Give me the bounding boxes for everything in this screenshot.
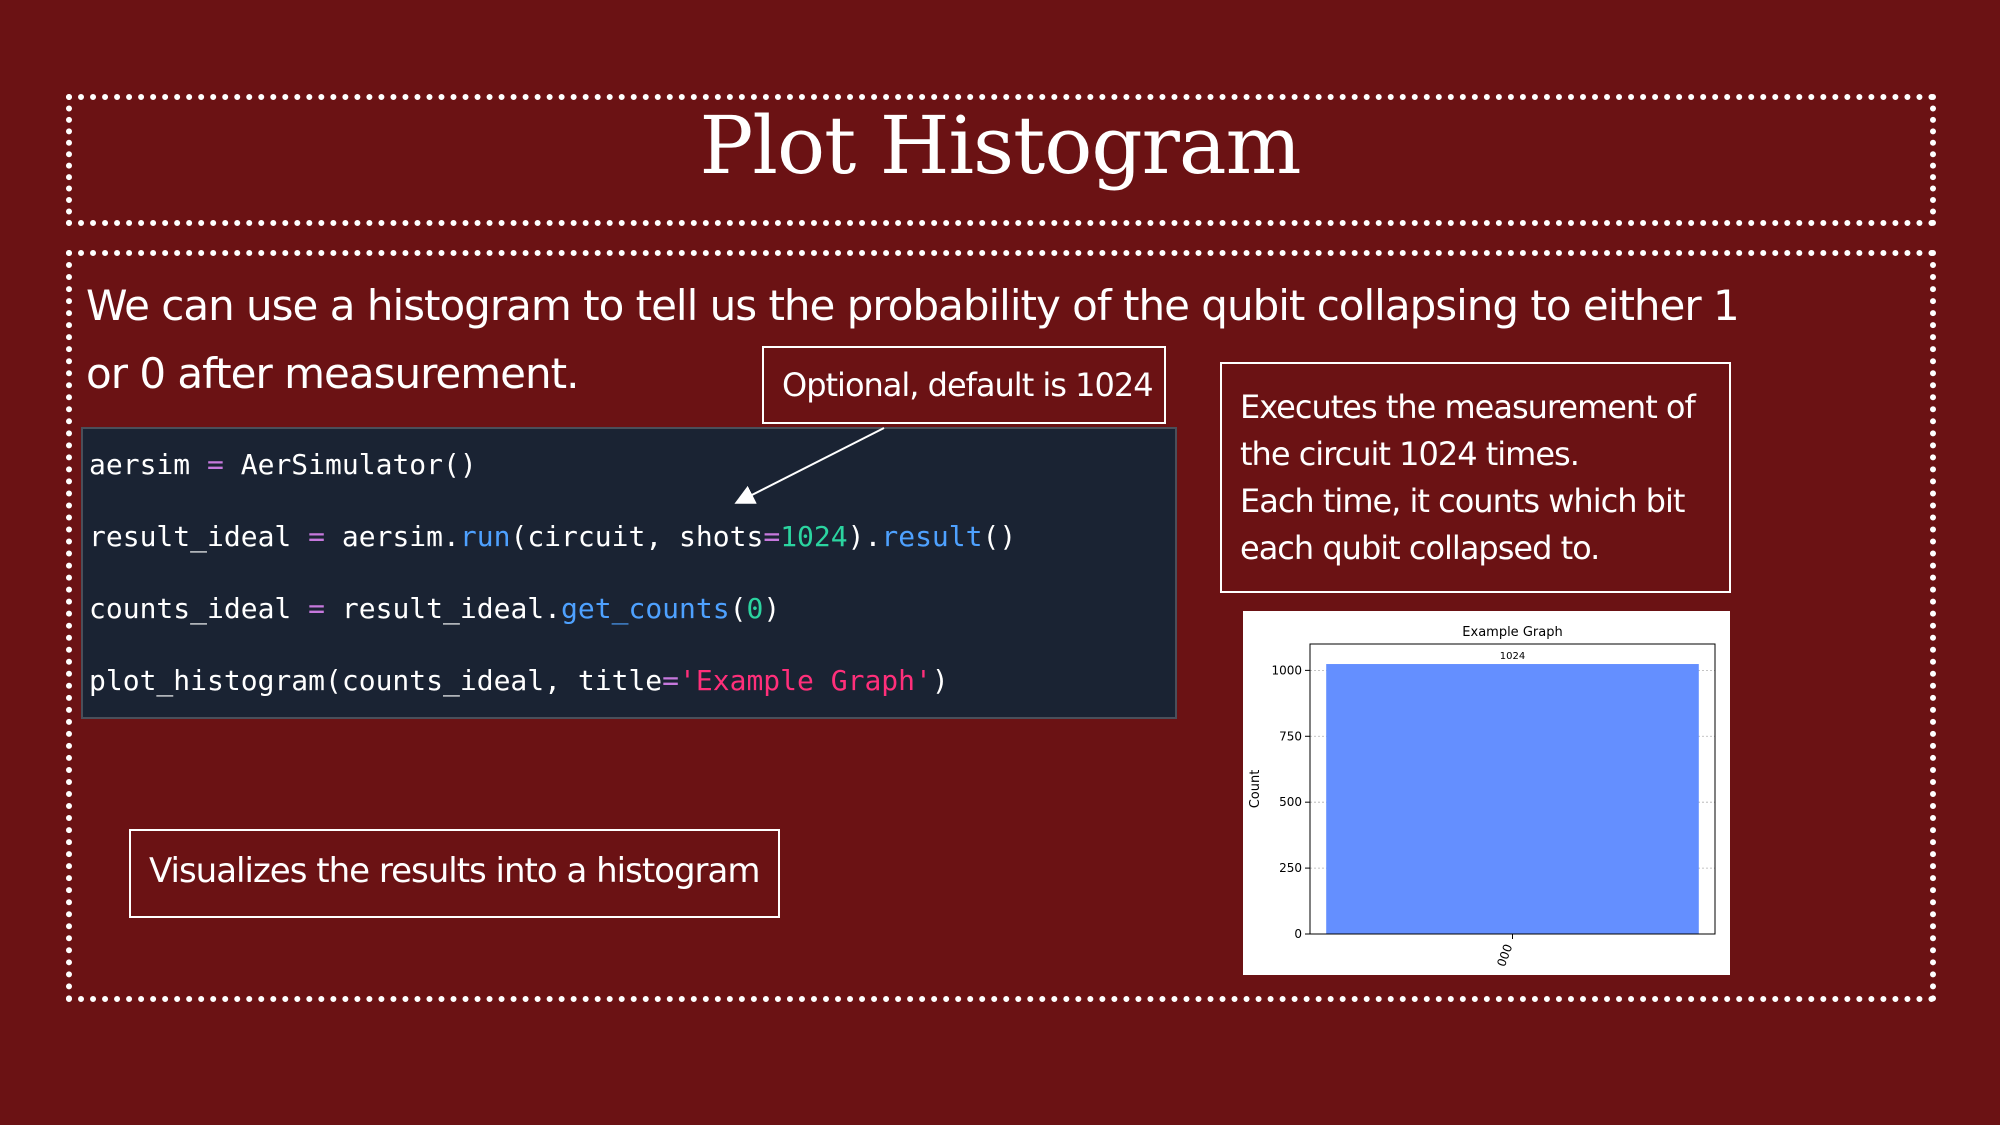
code-punct: ) bbox=[931, 664, 949, 697]
y-tick-label: 750 bbox=[1279, 729, 1302, 743]
bar-data-label: 1024 bbox=[1500, 651, 1525, 662]
code-args: (circuit, shots bbox=[510, 520, 764, 553]
code-object: result_ideal. bbox=[341, 592, 562, 625]
code-number: 1024 bbox=[780, 520, 848, 553]
histogram-svg: 0 250 500 750 1000 1024 000 Example Graph Count bbox=[1248, 625, 1716, 969]
histogram-chart: 0 250 500 750 1000 1024 000 Example Graph Count bbox=[1243, 611, 1730, 975]
code-operator: = bbox=[291, 592, 342, 625]
code-var: aersim bbox=[89, 448, 191, 481]
code-line-3: counts_ideal = result_ideal.get_counts(0… bbox=[89, 593, 1175, 665]
code-operator: = bbox=[662, 664, 680, 697]
code-operator: = bbox=[763, 520, 781, 553]
code-var: counts_ideal bbox=[89, 592, 292, 625]
code-number: 0 bbox=[746, 592, 764, 625]
bar bbox=[1326, 664, 1699, 934]
y-tick-label: 250 bbox=[1279, 861, 1302, 875]
code-line-4: plot_histogram(counts_ideal, title='Exam… bbox=[89, 665, 1175, 737]
code-function: run bbox=[459, 520, 511, 553]
code-var: result_ideal bbox=[89, 520, 292, 553]
code-operator: = bbox=[291, 520, 342, 553]
y-axis-label: Count bbox=[1248, 770, 1263, 809]
code-string: 'Example Graph' bbox=[679, 664, 932, 697]
code-call: plot_histogram(counts_ideal, title bbox=[89, 664, 663, 697]
code-punct: () bbox=[982, 520, 1017, 553]
code-punct: ) bbox=[763, 592, 781, 625]
code-line-1: aersim = AerSimulator() bbox=[89, 449, 1175, 521]
code-object: aersim. bbox=[341, 520, 460, 553]
y-tick-label: 1000 bbox=[1271, 663, 1302, 677]
y-tick-label: 500 bbox=[1279, 795, 1302, 809]
chart-title: Example Graph bbox=[1462, 625, 1562, 640]
code-call: AerSimulator() bbox=[240, 448, 477, 481]
callout-execute-text: Executes the measurement of the circuit … bbox=[1240, 388, 1696, 567]
callout-shots-optional: Optional, default is 1024 bbox=[762, 346, 1166, 424]
slide-title: Plot Histogram bbox=[699, 99, 1302, 192]
code-operator: = bbox=[190, 448, 241, 481]
y-tick-label: 0 bbox=[1294, 927, 1302, 941]
code-panel: aersim = AerSimulator() result_ideal = a… bbox=[81, 427, 1177, 719]
callout-execute-measurement: Executes the measurement of the circuit … bbox=[1220, 362, 1731, 593]
code-punct: ). bbox=[847, 520, 882, 553]
x-tick-label: 000 bbox=[1494, 942, 1515, 968]
code-function: get_counts bbox=[561, 592, 730, 625]
callout-visualize: Visualizes the results into a histogram bbox=[129, 829, 780, 918]
code-line-2: result_ideal = aersim.run(circuit, shots… bbox=[89, 521, 1175, 593]
code-punct: ( bbox=[729, 592, 747, 625]
code-function: result bbox=[881, 520, 983, 553]
